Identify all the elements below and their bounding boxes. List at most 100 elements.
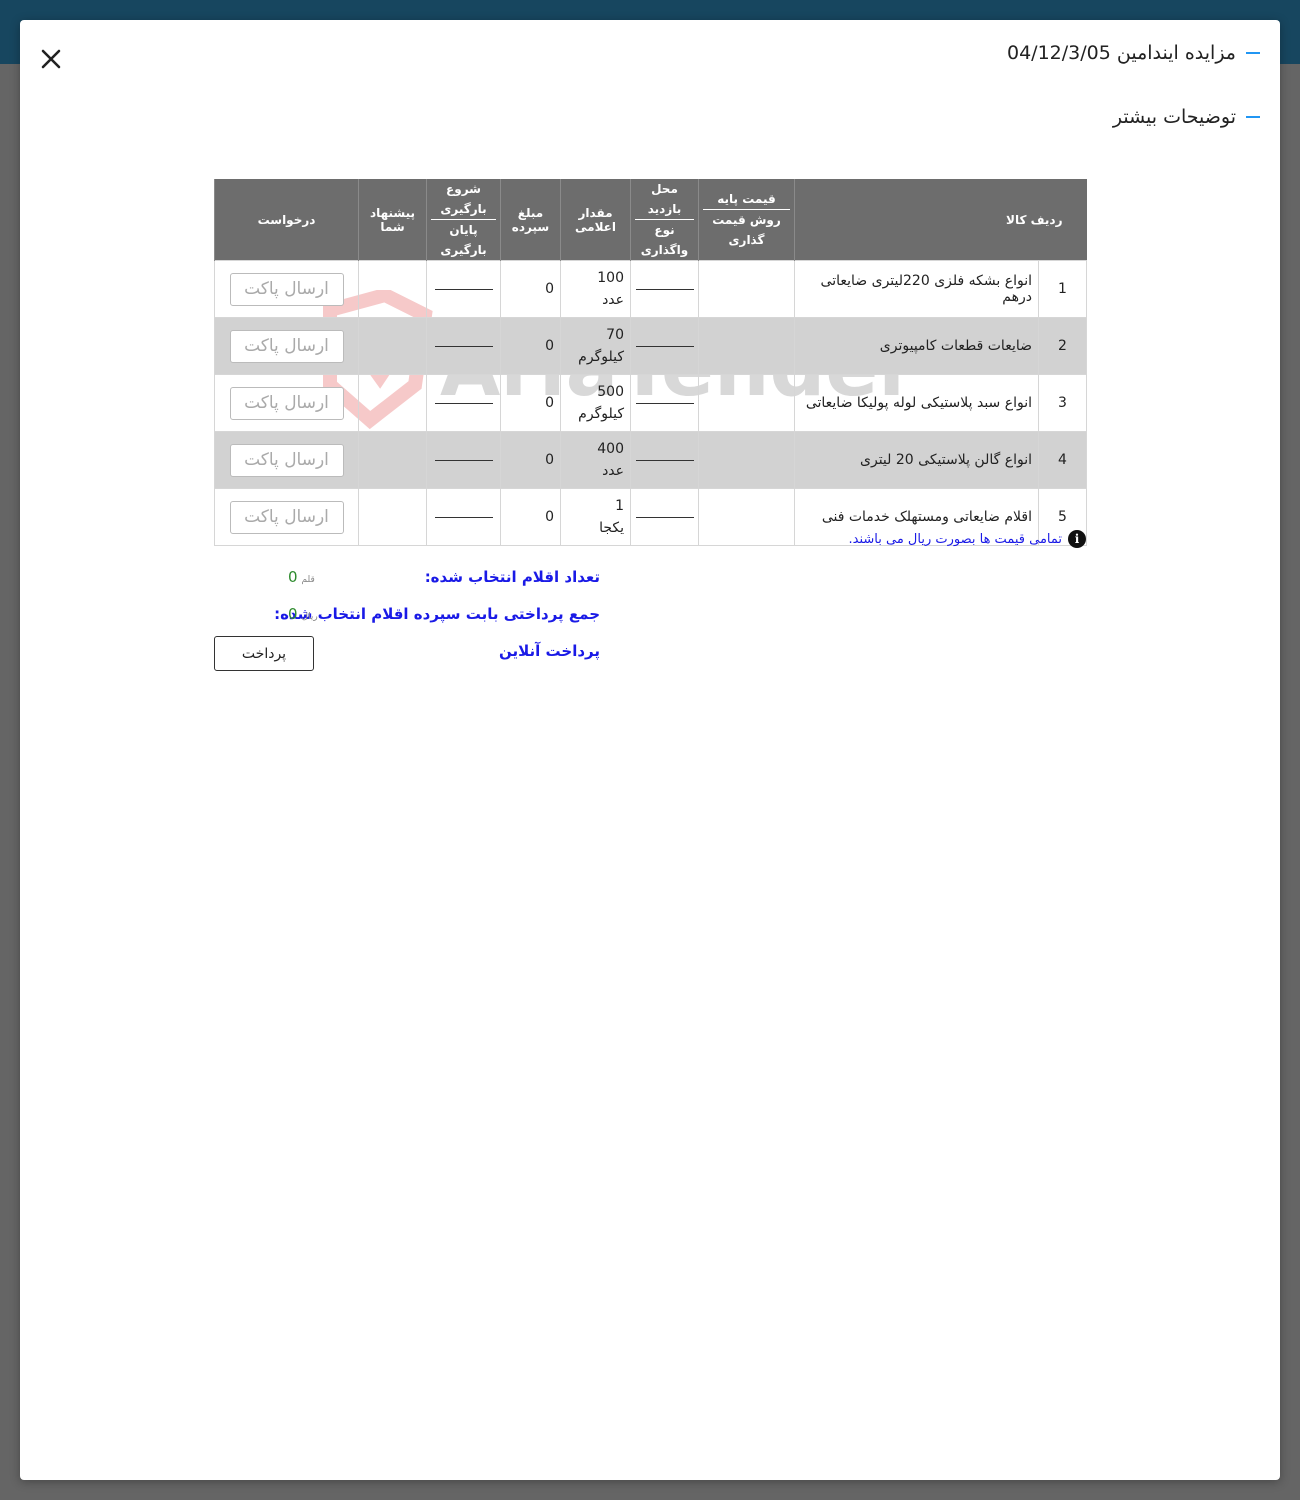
row-index: 4 [1038, 431, 1087, 489]
row-qty: 100 [597, 270, 624, 286]
header-assignment-type-label: نوع واگذاری [640, 223, 689, 257]
close-icon[interactable] [38, 46, 64, 72]
table-row: 3 انواع سبد پلاستیکی لوله پولیکا ضایعاتی… [214, 374, 1087, 432]
header-request: درخواست [214, 179, 359, 261]
items-table: ردیف کالا قیمت پایه روش قیمت گذاری محل با… [214, 179, 1087, 546]
row-deposit: 0 [500, 317, 561, 375]
row-request: ارسال پاکت [214, 317, 359, 375]
row-base-price [698, 260, 795, 318]
header-row-item: ردیف کالا [794, 179, 1087, 261]
empty-value-line [635, 516, 694, 518]
row-loading [426, 431, 501, 489]
table-row: 2 ضایعات قطعات کامپیوتری 70 کیلوگرم 0 ارس… [214, 317, 1087, 375]
row-declared-amount: 1 یکجا [560, 488, 631, 546]
row-your-offer [358, 260, 427, 318]
row-deposit: 0 [500, 488, 561, 546]
row-unit: عدد [602, 292, 624, 308]
more-details-row[interactable]: توضیحات بیشتر [1113, 106, 1260, 128]
total-deposit-label: جمع پرداختی بابت سپرده اقلام انتخاب شده: [274, 605, 600, 623]
row-unit: یکجا [599, 520, 624, 536]
header-base-price-label: قیمت پایه [703, 189, 790, 210]
row-deposit: 0 [500, 431, 561, 489]
row-visit-place [630, 260, 699, 318]
row-index: 2 [1038, 317, 1087, 375]
more-details-label[interactable]: توضیحات بیشتر [1113, 106, 1236, 128]
online-payment-label: پرداخت آنلاین [498, 642, 600, 660]
row-your-offer [358, 431, 427, 489]
selected-count-value: قلم0 [288, 568, 315, 586]
header-loading: شروع بارگیری پایان بارگیری [426, 179, 501, 261]
empty-value-line [635, 288, 694, 290]
empty-value-line [434, 402, 493, 404]
title-dash [1246, 52, 1260, 54]
send-envelope-button[interactable]: ارسال پاکت [229, 386, 344, 420]
row-base-price [698, 374, 795, 432]
row-unit: کیلوگرم [578, 349, 624, 365]
row-request: ارسال پاکت [214, 374, 359, 432]
row-visit-place [630, 488, 699, 546]
table-header-row: ردیف کالا قیمت پایه روش قیمت گذاری محل با… [214, 179, 1087, 261]
info-icon: i [1068, 530, 1086, 548]
empty-value-line [635, 345, 694, 347]
row-request: ارسال پاکت [214, 488, 359, 546]
send-envelope-button[interactable]: ارسال پاکت [229, 329, 344, 363]
header-visit-place-label: محل بازدید [635, 179, 694, 220]
header-deposit-amount: مبلغ سپرده [500, 179, 561, 261]
row-qty: 70 [606, 327, 624, 343]
row-declared-amount: 500 کیلوگرم [560, 374, 631, 432]
row-unit: عدد [602, 463, 624, 479]
row-declared-amount: 70 کیلوگرم [560, 317, 631, 375]
row-base-price [698, 431, 795, 489]
send-envelope-button[interactable]: ارسال پاکت [229, 443, 344, 477]
currency-note: i تمامی قیمت ها بصورت ریال می باشند. [848, 530, 1086, 548]
row-loading [426, 488, 501, 546]
table-row: 4 انواع گالن پلاستیکی 20 لیتری 400 عدد 0 … [214, 431, 1087, 489]
row-loading [426, 374, 501, 432]
empty-value-line [434, 345, 493, 347]
row-index: 3 [1038, 374, 1087, 432]
row-title: ضایعات قطعات کامپیوتری [794, 317, 1039, 375]
row-qty: 1 [615, 498, 624, 514]
row-qty: 500 [597, 384, 624, 400]
header-your-offer: پیشنهاد شما [358, 179, 427, 261]
selected-count-unit: قلم [301, 575, 315, 585]
send-envelope-button[interactable]: ارسال پاکت [229, 500, 344, 534]
empty-value-line [434, 459, 493, 461]
items-table-container: ردیف کالا قیمت پایه روش قیمت گذاری محل با… [214, 179, 1087, 546]
auction-details-modal: مزایده ایندامین 04/12/3/05 توضیحات بیشتر… [20, 20, 1280, 1480]
row-title: انواع بشکه فلزی 220لیتری ضایعاتی درهم [794, 260, 1039, 318]
row-deposit: 0 [500, 374, 561, 432]
row-your-offer [358, 317, 427, 375]
row-deposit: 0 [500, 260, 561, 318]
header-loading-start-label: شروع بارگیری [431, 179, 496, 220]
row-unit: کیلوگرم [578, 406, 624, 422]
subtitle-dash [1246, 116, 1260, 118]
pay-button[interactable]: پرداخت [214, 636, 314, 671]
header-visit-place: محل بازدید نوع واگذاری [630, 179, 699, 261]
modal-title-row: مزایده ایندامین 04/12/3/05 [1007, 42, 1260, 64]
row-request: ارسال پاکت [214, 431, 359, 489]
header-declared-amount: مقدار اعلامی [560, 179, 631, 261]
row-loading [426, 260, 501, 318]
currency-note-text: تمامی قیمت ها بصورت ریال می باشند. [848, 531, 1063, 547]
empty-value-line [434, 516, 493, 518]
empty-value-line [434, 288, 493, 290]
table-row: 1 انواع بشکه فلزی 220لیتری ضایعاتی درهم … [214, 260, 1087, 318]
row-visit-place [630, 431, 699, 489]
header-pricing-method-label: روش قیمت گذاری [712, 213, 781, 247]
empty-value-line [635, 459, 694, 461]
send-envelope-button[interactable]: ارسال پاکت [229, 272, 344, 306]
row-declared-amount: 400 عدد [560, 431, 631, 489]
empty-value-line [635, 402, 694, 404]
row-title: انواع سبد پلاستیکی لوله پولیکا ضایعاتی [794, 374, 1039, 432]
total-deposit-number: 0 [288, 605, 298, 623]
row-visit-place [630, 317, 699, 375]
header-loading-end-label: پایان بارگیری [440, 223, 487, 257]
modal-title: مزایده ایندامین 04/12/3/05 [1007, 42, 1236, 64]
row-index: 1 [1038, 260, 1087, 318]
row-your-offer [358, 374, 427, 432]
header-base-price: قیمت پایه روش قیمت گذاری [698, 179, 795, 261]
row-base-price [698, 488, 795, 546]
total-deposit-unit: ریال [301, 612, 318, 622]
row-your-offer [358, 488, 427, 546]
